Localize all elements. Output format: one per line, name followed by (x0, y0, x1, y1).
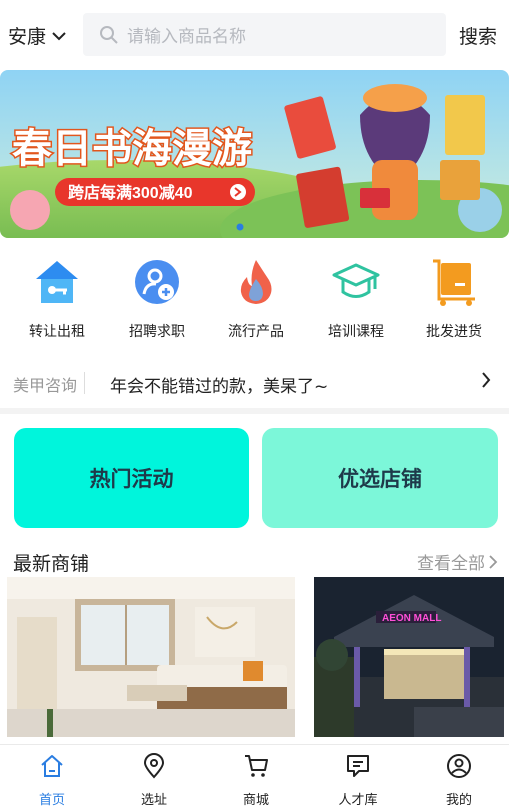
tab-talent[interactable]: 人才库 (318, 753, 398, 806)
chevron-down-icon (52, 31, 66, 40)
section-title: 最新商铺 (13, 553, 90, 575)
bottom-tab-bar: 首页 选址 商城 人才库 我的 (0, 744, 509, 806)
search-icon (100, 25, 118, 44)
view-all-label: 查看全部 (417, 554, 485, 574)
header: 安康 请输入商品名称 搜索 (0, 0, 509, 70)
category-item[interactable]: 转让出租 (7, 257, 107, 341)
city-label: 安康 (8, 26, 47, 48)
tab-label: 选址 (140, 793, 167, 806)
shop-photo (7, 577, 295, 737)
tab-label: 首页 (38, 793, 65, 806)
chevron-right-icon (482, 372, 491, 388)
view-all-link[interactable]: 查看全部 (417, 549, 498, 574)
message-icon (347, 755, 369, 777)
category-item[interactable]: 流行产品 (206, 257, 306, 341)
category-label: 培训课程 (328, 324, 384, 340)
graduation-cap-icon (332, 263, 380, 298)
tab-location[interactable]: 选址 (114, 753, 194, 806)
flame-icon (240, 260, 272, 304)
section-divider (0, 408, 509, 414)
notice-divider (84, 372, 85, 394)
category-item[interactable]: 批发进货 (404, 257, 504, 341)
user-icon (447, 754, 471, 778)
cart-box-icon (433, 259, 475, 306)
tab-profile[interactable]: 我的 (419, 753, 499, 806)
search-button[interactable]: 搜索 (459, 22, 497, 49)
category-label: 批发进货 (426, 324, 482, 340)
city-selector[interactable]: 安康 (8, 22, 66, 49)
banner-promo: 跨店每满300减40 (68, 183, 193, 202)
tab-home[interactable]: 首页 (12, 753, 92, 806)
map-pin-icon (143, 753, 165, 779)
category-grid: 转让出租 招聘求职 流行产品 培训课程 批发进货 (0, 245, 509, 345)
hot-activities-card[interactable]: 热门活动 (14, 428, 249, 528)
shop-card[interactable]: AEON MALL (314, 577, 504, 737)
notice-text: 年会不能错过的款，美杲了~ (110, 377, 329, 397)
banner-title: 春日书海漫游 (12, 127, 252, 171)
category-label: 转让出租 (29, 324, 85, 340)
shop-photo: AEON MALL (314, 577, 504, 737)
notice-bar[interactable]: 美甲咨询 年会不能错过的款，美杲了~ (0, 360, 509, 404)
shop-card[interactable] (7, 577, 295, 737)
tab-label: 人才库 (338, 793, 378, 806)
notice-tag: 美甲咨询 (13, 376, 78, 395)
chevron-right-icon (489, 554, 498, 569)
preferred-shops-card[interactable]: 优选店铺 (262, 428, 498, 528)
tab-label: 我的 (445, 793, 472, 806)
tab-label: 商城 (242, 793, 269, 806)
search-input[interactable]: 请输入商品名称 (83, 13, 446, 56)
mall-sign: AEON MALL (382, 613, 441, 624)
category-item[interactable]: 招聘求职 (107, 257, 207, 341)
tab-mall[interactable]: 商城 (216, 753, 296, 806)
category-item[interactable]: 培训课程 (306, 257, 406, 341)
house-key-icon (36, 261, 78, 303)
home-icon (41, 755, 63, 777)
category-label: 招聘求职 (129, 324, 185, 340)
user-add-icon (135, 260, 179, 304)
search-placeholder: 请输入商品名称 (127, 27, 246, 47)
shopping-cart-icon (245, 755, 268, 777)
promo-banner[interactable]: 春日书海漫游 跨店每满300减40 (0, 70, 509, 238)
category-label: 流行产品 (228, 324, 284, 340)
